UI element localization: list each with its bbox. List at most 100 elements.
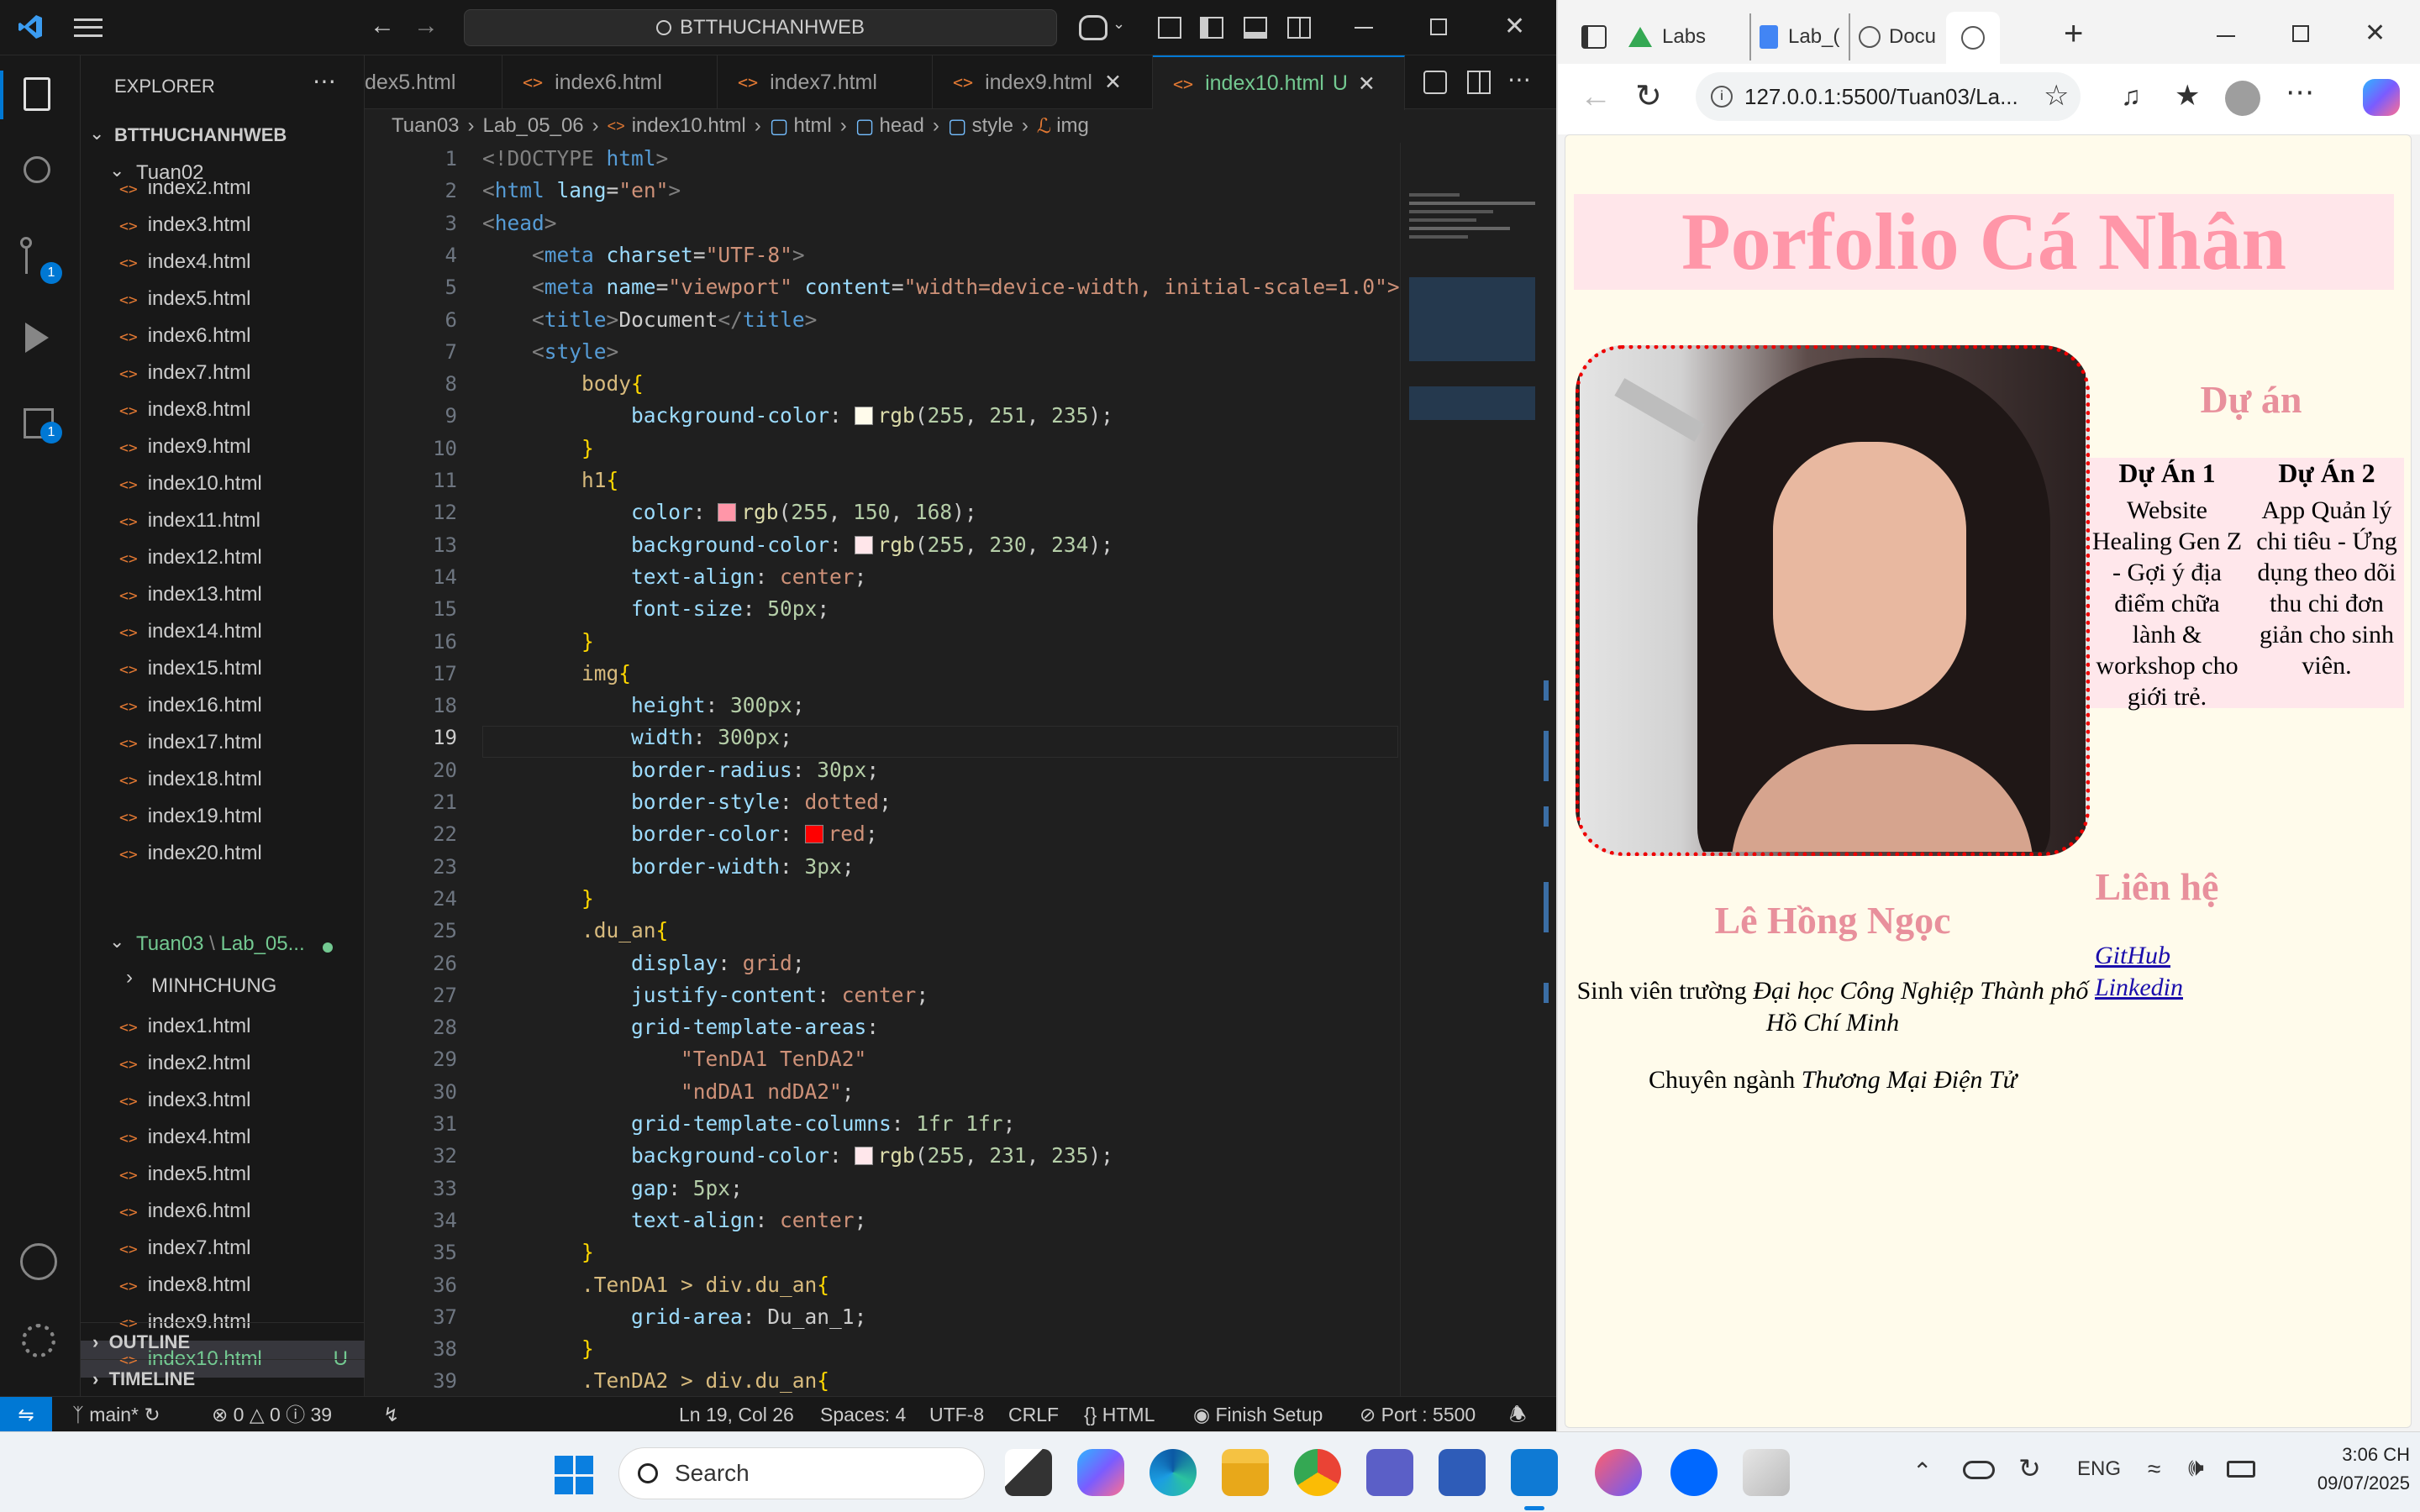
browser-tab-active[interactable] xyxy=(1946,12,2000,64)
breadcrumb-item[interactable]: img xyxy=(1056,114,1089,138)
code-editor[interactable]: <!DOCTYPE html> <html lang="en"> <head> <m… xyxy=(482,143,1407,1396)
tab-index6[interactable]: <> index6.html xyxy=(502,55,718,109)
new-tab-icon[interactable]: + xyxy=(2064,15,2083,53)
toggle-sidebar-icon[interactable] xyxy=(1200,17,1223,39)
root-folder[interactable]: BTTHUCHANHWEB xyxy=(114,124,287,146)
breadcrumb-item[interactable]: head xyxy=(879,114,923,138)
app-icon[interactable] xyxy=(1439,1449,1486,1496)
live-server-port[interactable]: ⊘ Port : 5500 xyxy=(1360,1397,1476,1432)
favorite-star-icon[interactable]: ☆ xyxy=(2044,79,2069,113)
wifi-icon[interactable]: ≈ xyxy=(2148,1456,2160,1483)
color-swatch[interactable] xyxy=(718,503,737,522)
vscode-taskbar-icon[interactable] xyxy=(1511,1449,1558,1496)
file-item[interactable]: <> index1.html xyxy=(81,1008,365,1045)
breadcrumb-item[interactable]: Lab_05_06 xyxy=(483,114,584,138)
chevron-down-icon[interactable]: ⌄ xyxy=(89,123,104,144)
close-tab-icon[interactable]: ✕ xyxy=(1358,71,1376,97)
language-indicator[interactable]: ENG xyxy=(2077,1457,2121,1481)
file-item[interactable]: <> index6.html xyxy=(81,1193,365,1230)
menu-icon[interactable] xyxy=(74,18,103,37)
taskbar-search[interactable]: Search xyxy=(618,1447,985,1499)
color-swatch[interactable] xyxy=(854,407,873,426)
folder-minhchung[interactable]: MINHCHUNG xyxy=(151,974,276,998)
close-icon[interactable]: ✕ xyxy=(1504,12,1525,41)
chrome-icon[interactable] xyxy=(1294,1449,1341,1496)
file-item[interactable]: <> index8.html xyxy=(81,1267,365,1304)
back-arrow-icon[interactable]: ← xyxy=(370,12,395,40)
browser-tab-lab[interactable]: Lab_( xyxy=(1749,13,1859,60)
file-item[interactable]: <> index2.html xyxy=(81,1045,365,1082)
encoding[interactable]: UTF-8 xyxy=(929,1397,984,1432)
app-icon-2[interactable] xyxy=(1595,1449,1642,1496)
compare-changes-icon[interactable] xyxy=(1423,71,1447,94)
folder-tuan03[interactable]: Tuan03 \ Lab_05... xyxy=(136,932,305,956)
file-item[interactable]: <> index4.html xyxy=(81,1119,365,1156)
file-item[interactable]: <> index13.html xyxy=(81,576,365,613)
timeline-section[interactable]: › TIMELINE xyxy=(81,1359,365,1396)
copilot-app-icon[interactable] xyxy=(1077,1449,1124,1496)
color-swatch[interactable] xyxy=(854,1147,873,1166)
sync-icon[interactable]: ↻ xyxy=(2018,1452,2041,1484)
split-editor-icon[interactable] xyxy=(1467,71,1491,94)
chevron-down-icon[interactable]: ⌄ xyxy=(109,931,124,953)
line-endings[interactable]: CRLF xyxy=(1008,1397,1059,1432)
close-tab-icon[interactable]: ✕ xyxy=(1104,70,1122,95)
file-item[interactable]: <> index12.html xyxy=(81,539,365,576)
minimize-icon[interactable] xyxy=(2217,35,2235,37)
color-swatch[interactable] xyxy=(804,825,823,844)
file-item[interactable]: <> index4.html xyxy=(81,244,365,281)
tab-index5[interactable]: dex5.html xyxy=(365,55,502,109)
github-link[interactable]: GitHub xyxy=(2095,942,2170,970)
linkedin-link[interactable]: Linkedin xyxy=(2095,974,2183,1002)
branch-indicator[interactable]: ᛉ main* ↻ xyxy=(72,1397,160,1432)
battery-icon[interactable] xyxy=(2227,1461,2255,1478)
windows-start-icon[interactable] xyxy=(555,1456,593,1494)
copilot-icon[interactable] xyxy=(1079,15,1107,40)
file-item[interactable]: <> index5.html xyxy=(81,281,365,318)
browser-tab-document[interactable]: Docu xyxy=(1849,13,1946,60)
problems-indicator[interactable]: ⊗ 0 △ 0 ⓘ 39 xyxy=(212,1397,332,1432)
onedrive-icon[interactable] xyxy=(1963,1461,1995,1479)
clock-date[interactable]: 09/07/2025 xyxy=(2284,1473,2410,1494)
file-item[interactable]: <> index19.html xyxy=(81,798,365,835)
file-item[interactable]: <> index7.html xyxy=(81,1230,365,1267)
more-actions-icon[interactable]: ⋯ xyxy=(313,67,338,95)
read-aloud-icon[interactable]: ♫ xyxy=(2121,81,2141,112)
breadcrumb-item[interactable]: style xyxy=(972,114,1013,138)
browser-tab-labs[interactable]: Labs xyxy=(1628,13,1738,60)
account-icon[interactable] xyxy=(20,1243,57,1280)
tab-index7[interactable]: <> index7.html xyxy=(718,55,933,109)
file-item[interactable]: <> index17.html xyxy=(81,724,365,761)
file-item[interactable]: <> index14.html xyxy=(81,613,365,650)
tab-actions-icon[interactable] xyxy=(1581,25,1607,49)
forward-arrow-icon[interactable]: → xyxy=(413,12,439,40)
zalo-icon[interactable] xyxy=(1670,1449,1718,1496)
teams-icon[interactable] xyxy=(1366,1449,1413,1496)
snipping-tool-icon[interactable] xyxy=(1743,1449,1790,1496)
gear-icon[interactable] xyxy=(22,1324,55,1357)
profile-avatar[interactable] xyxy=(2225,81,2260,116)
file-item[interactable]: <> index3.html xyxy=(81,1082,365,1119)
chevron-up-icon[interactable]: ⌃ xyxy=(1912,1457,1932,1485)
color-swatch[interactable] xyxy=(854,535,873,554)
volume-icon[interactable]: 🕪 xyxy=(2188,1454,2204,1483)
file-item[interactable]: <> index15.html xyxy=(81,650,365,687)
lightning-icon[interactable]: ↯ xyxy=(383,1397,399,1432)
more-actions-icon[interactable]: ⋯ xyxy=(2286,76,2314,109)
breadcrumb-item[interactable]: index10.html xyxy=(632,114,746,138)
file-explorer-icon[interactable] xyxy=(1222,1449,1269,1496)
more-actions-icon[interactable]: ⋯ xyxy=(1507,66,1531,93)
minimize-icon[interactable] xyxy=(1355,27,1373,29)
cursor-position[interactable]: Ln 19, Col 26 xyxy=(679,1397,794,1432)
explorer-icon[interactable] xyxy=(24,77,50,111)
refresh-icon[interactable]: ↻ xyxy=(1635,77,1662,115)
file-item[interactable]: <> index2.html xyxy=(81,181,365,207)
maximize-icon[interactable] xyxy=(2292,25,2309,42)
file-item[interactable]: <> index18.html xyxy=(81,761,365,798)
file-item[interactable]: <> index16.html xyxy=(81,687,365,724)
breadcrumb-item[interactable]: html xyxy=(793,114,831,138)
file-item[interactable]: <> index3.html xyxy=(81,207,365,244)
command-center-search[interactable]: BTTHUCHANHWEB xyxy=(464,9,1057,46)
favorites-icon[interactable]: ★ xyxy=(2175,79,2200,113)
outline-section[interactable]: › OUTLINE xyxy=(81,1322,365,1359)
